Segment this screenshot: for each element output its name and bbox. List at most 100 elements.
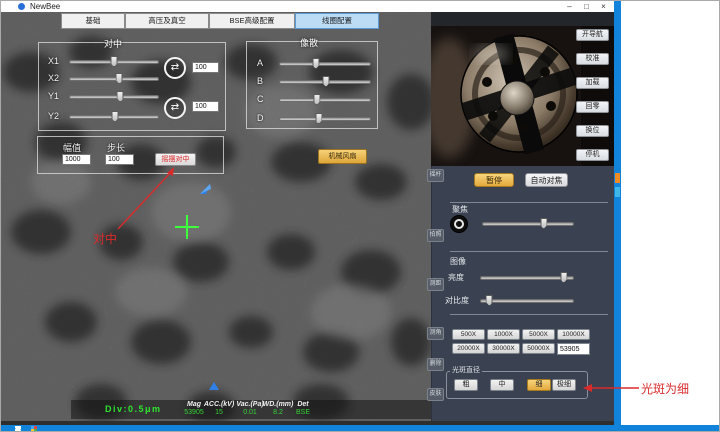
divider: [450, 202, 608, 203]
slider-x2-track[interactable]: [69, 77, 159, 81]
brightness-slider-thumb[interactable]: [560, 272, 567, 283]
brightness-slider[interactable]: [480, 272, 574, 284]
channel-x1-label: X1: [48, 56, 59, 66]
contrast-label: 对比度: [445, 295, 469, 306]
open-navigation-button[interactable]: 开导航: [576, 29, 609, 41]
spot-fine-button[interactable]: 细: [527, 379, 551, 391]
autofocus-button[interactable]: 自动对焦: [525, 173, 568, 187]
focus-slider-thumb[interactable]: [540, 218, 547, 229]
focus-target-icon[interactable]: [450, 215, 468, 233]
xy-rotate-icon[interactable]: ⇄: [164, 57, 186, 79]
window-title: NewBee: [30, 2, 60, 11]
spot-coarse-button[interactable]: 粗: [454, 379, 478, 391]
focus-slider-track[interactable]: [482, 222, 574, 226]
slider-x1[interactable]: [69, 56, 159, 68]
slider-y2-thumb[interactable]: [111, 111, 118, 122]
channel-y2-label: Y2: [48, 111, 59, 121]
focus-section-label: 聚焦: [452, 204, 468, 215]
slider-y2[interactable]: [69, 111, 159, 123]
amplitude-input[interactable]: [62, 154, 91, 165]
taskbar-app-icon[interactable]: [615, 173, 620, 183]
xy-rotate-icon[interactable]: ⇄: [164, 97, 186, 119]
windows-taskbar: [1, 425, 720, 432]
focus-slider[interactable]: [482, 218, 574, 230]
slider-y1-thumb[interactable]: [117, 91, 124, 102]
calibrate-button[interactable]: 校准: [576, 53, 609, 65]
scale-div-label: Div:0.5μm: [105, 404, 162, 414]
mag-20000x-button[interactable]: 20000X: [452, 343, 485, 354]
slider-x1-thumb[interactable]: [111, 56, 118, 67]
slider-stig-d[interactable]: [279, 113, 371, 125]
stigmator-group-title: 像散: [297, 36, 321, 49]
tab-bse-advanced[interactable]: BSE高级配置: [209, 13, 295, 29]
sem-image-viewport[interactable]: 基础 高压及真空 BSE高级配置 线圈配置 对中 X1 X2 Y1 Y2: [1, 12, 431, 421]
tool-capture-button[interactable]: 拍照: [427, 229, 444, 242]
mag-10000x-button[interactable]: 10000X: [557, 329, 590, 340]
step-input[interactable]: [105, 154, 134, 165]
channel-d-label: D: [257, 113, 264, 123]
chamber-camera-view: [431, 26, 614, 166]
mag-5000x-button[interactable]: 5000X: [522, 329, 555, 340]
amplitude-label: 幅值: [63, 141, 81, 154]
tool-delete-button[interactable]: 删除: [427, 358, 444, 371]
y-range-input[interactable]: [192, 101, 219, 112]
slider-stig-a-thumb[interactable]: [312, 58, 319, 69]
tool-measure-distance-button[interactable]: 测距: [427, 278, 444, 291]
slider-stig-d-track[interactable]: [279, 117, 371, 121]
stop-machine-button[interactable]: 停机: [576, 149, 609, 161]
slider-x2-thumb[interactable]: [116, 73, 123, 84]
slider-stig-c[interactable]: [279, 94, 371, 106]
photo-top-band: [431, 12, 614, 26]
home-zero-button[interactable]: 回零: [576, 101, 609, 113]
slider-y1[interactable]: [69, 91, 159, 103]
windows-start-icon[interactable]: [15, 426, 21, 432]
taskbar-app-icon[interactable]: [615, 187, 620, 197]
desktop-taskbar-strip: [614, 1, 621, 425]
slider-y1-track[interactable]: [69, 95, 159, 99]
mechanical-fan-button[interactable]: 机械风扇: [318, 149, 367, 164]
centering-group-title: 对中: [101, 37, 125, 50]
channel-y1-label: Y1: [48, 91, 59, 101]
slider-stig-a[interactable]: [279, 58, 371, 70]
amplitude-step-group: 幅值 步长 摇摆对中: [37, 136, 224, 174]
tab-basic[interactable]: 基础: [61, 13, 125, 29]
channel-c-label: C: [257, 94, 264, 104]
right-control-panel: 暂停 自动对焦 聚焦 图像 亮度 对比度 500X 1000X 5000X 10…: [431, 166, 614, 421]
x-range-input[interactable]: [192, 62, 219, 73]
mag-30000x-button[interactable]: 30000X: [487, 343, 520, 354]
tool-joystick-button[interactable]: 摇杆: [427, 169, 444, 182]
slider-stig-b-thumb[interactable]: [322, 76, 329, 87]
app-logo-icon: [18, 3, 25, 10]
slider-stig-c-thumb[interactable]: [313, 94, 320, 105]
slider-stig-c-track[interactable]: [279, 98, 371, 102]
spot-ultrafine-button[interactable]: 极细: [552, 379, 576, 391]
status-col-mag: Mag 53905: [184, 401, 203, 416]
status-col-vac: Vac.(Pa) 0.01: [236, 401, 263, 416]
mag-500x-button[interactable]: 500X: [452, 329, 485, 340]
wobble-centering-button[interactable]: 摇摆对中: [155, 153, 196, 166]
contrast-slider[interactable]: [480, 295, 574, 307]
contrast-slider-thumb[interactable]: [486, 295, 493, 306]
contrast-slider-track[interactable]: [480, 299, 574, 303]
mag-50000x-button[interactable]: 50000X: [522, 343, 555, 354]
crosshair-icon: [186, 215, 188, 239]
slider-stig-b[interactable]: [279, 76, 371, 88]
tab-coil-config[interactable]: 线圈配置: [295, 13, 379, 29]
slider-stig-a-track[interactable]: [279, 62, 371, 66]
brightness-slider-track[interactable]: [480, 276, 574, 280]
mag-1000x-button[interactable]: 1000X: [487, 329, 520, 340]
tab-hv-vacuum[interactable]: 高压及真空: [125, 13, 209, 29]
tool-skin-button[interactable]: 皮肤: [427, 388, 444, 401]
pause-button[interactable]: 暂停: [474, 173, 514, 187]
channel-a-label: A: [257, 58, 263, 68]
slider-x2[interactable]: [69, 73, 159, 85]
pinned-app-icon[interactable]: [31, 426, 37, 432]
slider-stig-d-thumb[interactable]: [315, 113, 322, 124]
tool-measure-angle-button[interactable]: 测角: [427, 327, 444, 340]
annotation-centering-note: 对中: [93, 230, 117, 247]
exchange-position-button[interactable]: 换位: [576, 125, 609, 137]
mag-value-input[interactable]: [557, 343, 590, 355]
load-button[interactable]: 加载: [576, 77, 609, 89]
divider: [450, 314, 608, 315]
spot-medium-button[interactable]: 中: [490, 379, 514, 391]
